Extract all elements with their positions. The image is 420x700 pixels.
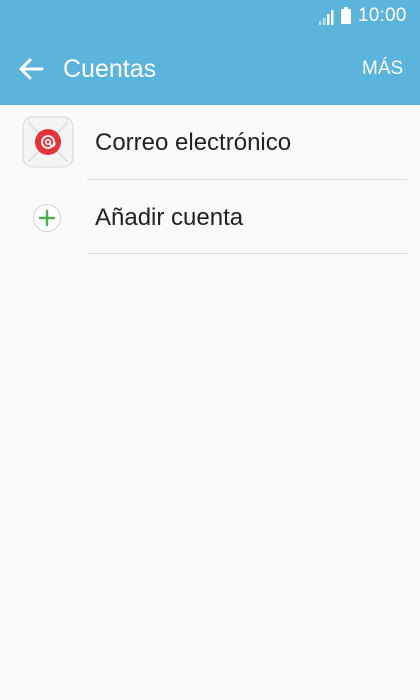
list-item-email[interactable]: Correo electrónico [0,105,420,179]
add-icon [33,204,61,232]
email-account-label: Correo electrónico [95,129,292,156]
email-app-icon [22,116,74,168]
list-item-add-account[interactable]: Añadir cuenta [0,180,420,254]
app-bar: 10:00 Cuentas MÁS [0,0,420,105]
battery-icon [341,7,351,24]
arrow-left-icon [19,58,44,80]
page-title: Cuentas [63,55,157,83]
more-button[interactable]: MÁS [362,58,403,80]
status-time: 10:00 [358,5,407,26]
divider [87,253,407,254]
back-button[interactable] [14,52,48,86]
status-bar: 10:00 [0,0,420,34]
add-account-label: Añadir cuenta [95,204,244,231]
signal-icon [319,10,334,25]
